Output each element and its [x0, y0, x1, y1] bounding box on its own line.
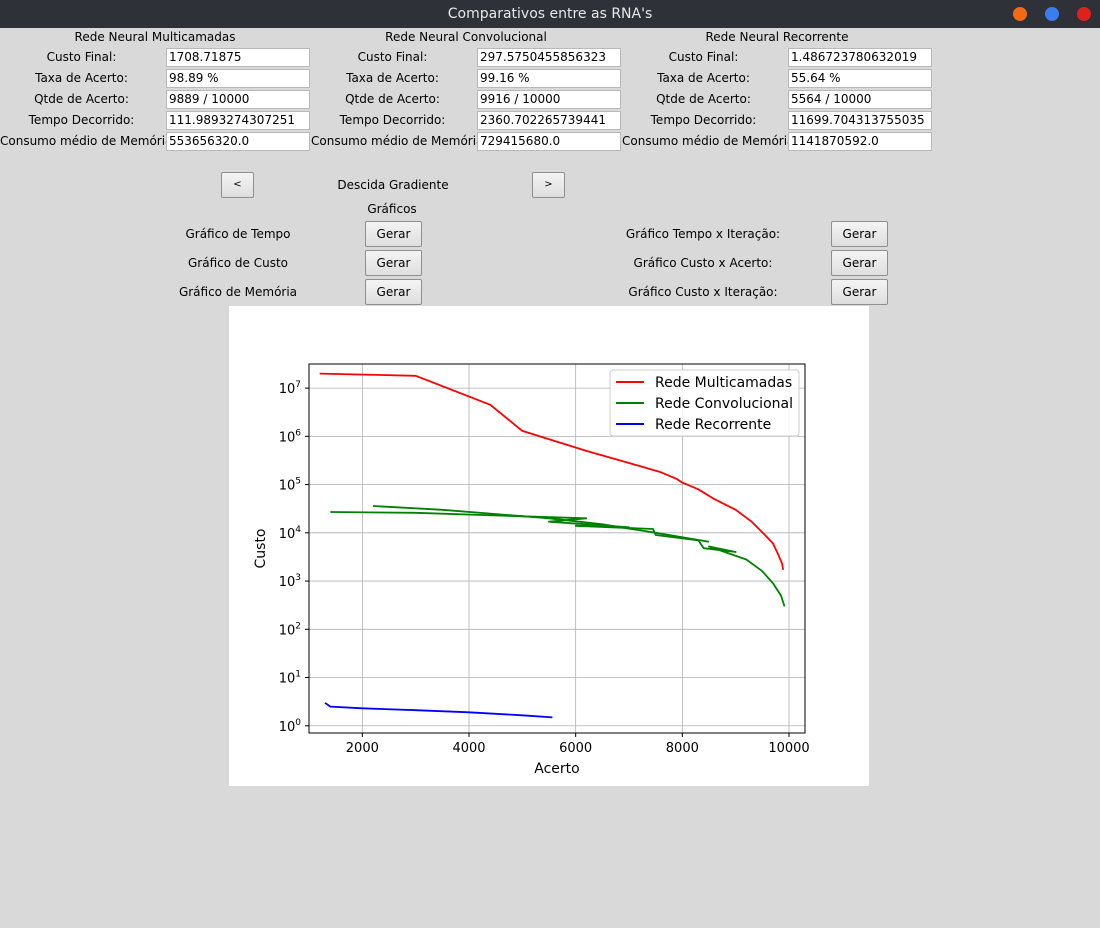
y-tick-base: 10 — [279, 479, 296, 494]
y-tick-label: 105 — [279, 477, 301, 494]
y-tick-label: 100 — [279, 718, 302, 735]
network-title: Rede Neural Recorrente — [705, 30, 849, 44]
x-tick-label: 4000 — [452, 741, 485, 756]
y-tick-exponent: 4 — [295, 525, 301, 535]
stat-label-qtde: Qtde de Acerto: — [345, 92, 440, 106]
y-tick-exponent: 6 — [295, 428, 301, 438]
graph-label-left: Gráfico de Custo — [188, 256, 288, 270]
stat-field-memoria[interactable]: 1141870592.0 — [788, 132, 932, 151]
stat-field-taxa[interactable]: 55.64 % — [788, 69, 932, 88]
x-tick-label: 10000 — [768, 741, 809, 756]
y-tick-base: 10 — [279, 575, 296, 590]
series-line-2 — [324, 702, 553, 719]
stat-field-custo[interactable]: 1708.71875 — [166, 48, 310, 67]
stat-label-tempo: Tempo Decorrido: — [650, 113, 757, 127]
x-tick-label: 8000 — [666, 741, 699, 756]
graph-label-left: Gráfico de Tempo — [185, 227, 291, 241]
series-line-1-extra — [372, 505, 710, 543]
graficos-label: Gráficos — [367, 202, 417, 216]
stat-field-qtde[interactable]: 9916 / 10000 — [477, 90, 621, 109]
y-tick-base: 10 — [279, 720, 296, 735]
stat-label-taxa: Taxa de Acerto: — [35, 71, 128, 85]
custo-acerto-chart: 2000 4000 6000 8000 100001001011021031041051… — [253, 363, 810, 777]
gerar-button[interactable]: Gerar — [365, 279, 422, 305]
gerar-button[interactable]: Gerar — [831, 221, 888, 247]
y-tick-exponent: 5 — [295, 477, 301, 487]
legend-label: Rede Multicamadas — [655, 375, 792, 391]
stat-label-custo: Custo Final: — [357, 50, 428, 64]
stat-label-memoria: Consumo médio de Memória — [622, 134, 795, 148]
network-title: Rede Neural Convolucional — [385, 30, 547, 44]
y-tick-label: 106 — [279, 428, 302, 445]
x-tick-label: 6000 — [559, 741, 592, 756]
stat-label-tempo: Tempo Decorrido: — [28, 113, 135, 127]
stat-label-memoria: Consumo médio de Memória — [311, 134, 484, 148]
stat-field-memoria[interactable]: 729415680.0 — [477, 132, 621, 151]
window-titlebar: Comparativos entre as RNA's — [0, 0, 1100, 28]
gerar-button[interactable]: Gerar — [365, 221, 422, 247]
gerar-button[interactable]: Gerar — [365, 250, 422, 276]
stat-field-taxa[interactable]: 98.89 % — [166, 69, 310, 88]
y-tick-base: 10 — [279, 623, 296, 638]
descida-gradiente-label: Descida Gradiente — [337, 178, 449, 192]
stat-label-custo: Custo Final: — [668, 50, 739, 64]
stat-label-qtde: Qtde de Acerto: — [656, 92, 751, 106]
legend-label: Rede Convolucional — [655, 396, 793, 412]
graph-label-right: Gráfico Custo x Iteração: — [628, 285, 778, 299]
y-tick-exponent: 2 — [295, 621, 301, 631]
y-tick-exponent: 1 — [295, 670, 301, 680]
stat-field-custo[interactable]: 297.5750455856323 — [477, 48, 621, 67]
stat-label-taxa: Taxa de Acerto: — [346, 71, 439, 85]
y-tick-label: 103 — [279, 573, 301, 590]
y-tick-base: 10 — [279, 672, 296, 687]
y-tick-label: 107 — [279, 380, 301, 397]
previous-button[interactable]: < — [221, 172, 254, 198]
stat-field-custo[interactable]: 1.486723780632019 — [788, 48, 932, 67]
x-tick-label: 2000 — [346, 741, 379, 756]
stat-field-tempo[interactable]: 111.9893274307251 — [166, 111, 310, 130]
stat-label-custo: Custo Final: — [46, 50, 117, 64]
stat-field-tempo[interactable]: 2360.702265739441 — [477, 111, 621, 130]
close-window-button[interactable] — [1077, 7, 1091, 21]
graph-label-left: Gráfico de Memória — [178, 285, 298, 299]
graph-label-right: Gráfico Tempo x Iteração: — [625, 227, 781, 241]
y-tick-label: 104 — [279, 525, 302, 542]
chart-panel: 2000 4000 6000 8000 10000 100 101 102 103 104 105 1… — [229, 306, 869, 786]
y-axis-label: Custo — [253, 529, 269, 569]
y-tick-base: 10 — [279, 430, 296, 445]
gerar-button[interactable]: Gerar — [831, 250, 888, 276]
y-tick-exponent: 3 — [295, 573, 301, 583]
legend-label: Rede Recorrente — [655, 417, 771, 433]
series-line-1 — [330, 511, 786, 607]
stat-label-taxa: Taxa de Acerto: — [657, 71, 750, 85]
y-tick-exponent: 7 — [295, 380, 301, 390]
y-tick-label: 102 — [279, 621, 301, 638]
gerar-button[interactable]: Gerar — [831, 279, 888, 305]
stat-field-tempo[interactable]: 11699.704313755035 — [788, 111, 932, 130]
stat-field-qtde[interactable]: 9889 / 10000 — [166, 90, 310, 109]
y-tick-exponent: 0 — [295, 718, 301, 728]
maximize-window-button[interactable] — [1045, 7, 1059, 21]
stat-field-qtde[interactable]: 5564 / 10000 — [788, 90, 932, 109]
minimize-window-button[interactable] — [1013, 7, 1027, 21]
x-axis-label: Acerto — [534, 761, 579, 777]
y-tick-label: 101 — [279, 670, 301, 687]
graph-label-right: Gráfico Custo x Acerto: — [633, 256, 773, 270]
stat-label-memoria: Consumo médio de Memória — [0, 134, 173, 148]
stat-label-qtde: Qtde de Acerto: — [34, 92, 129, 106]
y-tick-base: 10 — [279, 382, 296, 397]
y-tick-base: 10 — [279, 527, 296, 542]
network-title: Rede Neural Multicamadas — [74, 30, 236, 44]
next-button[interactable]: > — [532, 172, 565, 198]
stat-label-tempo: Tempo Decorrido: — [339, 113, 446, 127]
stat-field-taxa[interactable]: 99.16 % — [477, 69, 621, 88]
window-title: Comparativos entre as RNA's — [447, 6, 653, 22]
stat-field-memoria[interactable]: 553656320.0 — [166, 132, 310, 151]
